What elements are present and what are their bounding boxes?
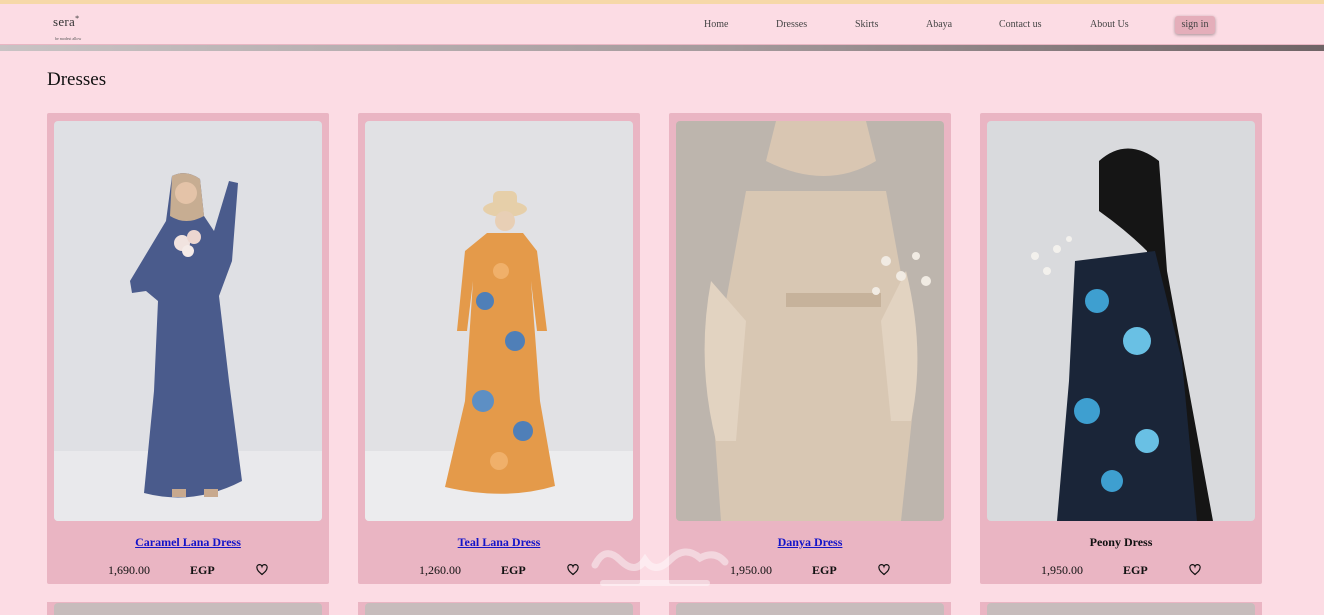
navbar-underline [0,45,1324,51]
brand-star: * [75,14,80,23]
sign-in-button[interactable]: sign in [1175,16,1215,34]
product-currency: EGP [501,563,526,577]
nav-link-skirts[interactable]: Skirts [855,19,878,30]
product-currency: EGP [190,563,215,577]
product-card[interactable]: Danya Dress 1,950.00 EGP [669,113,951,584]
product-currency: EGP [812,563,837,577]
product-price: 1,260.00 [419,563,461,577]
product-image-partial [54,603,322,615]
brand-tagline: be modest allow [55,36,82,41]
product-image-partial [676,603,944,615]
heart-outline-icon[interactable] [1189,564,1201,576]
nav-link-contact[interactable]: Contact us [999,19,1042,30]
product-name-link[interactable]: Teal Lana Dress [358,535,640,550]
nav-link-abaya[interactable]: Abaya [926,19,952,30]
brand-logo[interactable]: sera* be modest allow [53,13,81,41]
product-card-partial[interactable] [980,602,1262,615]
product-name-link[interactable]: Danya Dress [669,535,951,550]
heart-outline-icon[interactable] [256,564,268,576]
heart-outline-icon[interactable] [567,564,579,576]
product-price: 1,690.00 [108,563,150,577]
nav-link-dresses[interactable]: Dresses [776,19,807,30]
heart-outline-icon[interactable] [878,564,890,576]
product-card-partial[interactable] [358,602,640,615]
product-currency: EGP [1123,563,1148,577]
product-image-partial [365,603,633,615]
product-card[interactable]: Caramel Lana Dress 1,690.00 EGP [47,113,329,584]
product-card-partial[interactable] [669,602,951,615]
product-image[interactable] [54,121,322,521]
product-card[interactable]: Peony Dress 1,950.00 EGP [980,113,1262,584]
product-card-partial[interactable] [47,602,329,615]
brand-name: sera [53,14,76,29]
product-name-link[interactable]: Caramel Lana Dress [47,535,329,550]
product-image[interactable] [987,121,1255,521]
nav-link-about[interactable]: About Us [1090,19,1129,30]
product-image-partial [987,603,1255,615]
navbar: sera* be modest allow Home Dresses Skirt… [0,4,1324,45]
page-title: Dresses [47,69,107,90]
product-price: 1,950.00 [730,563,772,577]
nav-link-home[interactable]: Home [704,19,728,30]
product-price: 1,950.00 [1041,563,1083,577]
product-image[interactable] [676,121,944,521]
product-image[interactable] [365,121,633,521]
product-card[interactable]: Teal Lana Dress 1,260.00 EGP [358,113,640,584]
product-name[interactable]: Peony Dress [980,535,1262,550]
